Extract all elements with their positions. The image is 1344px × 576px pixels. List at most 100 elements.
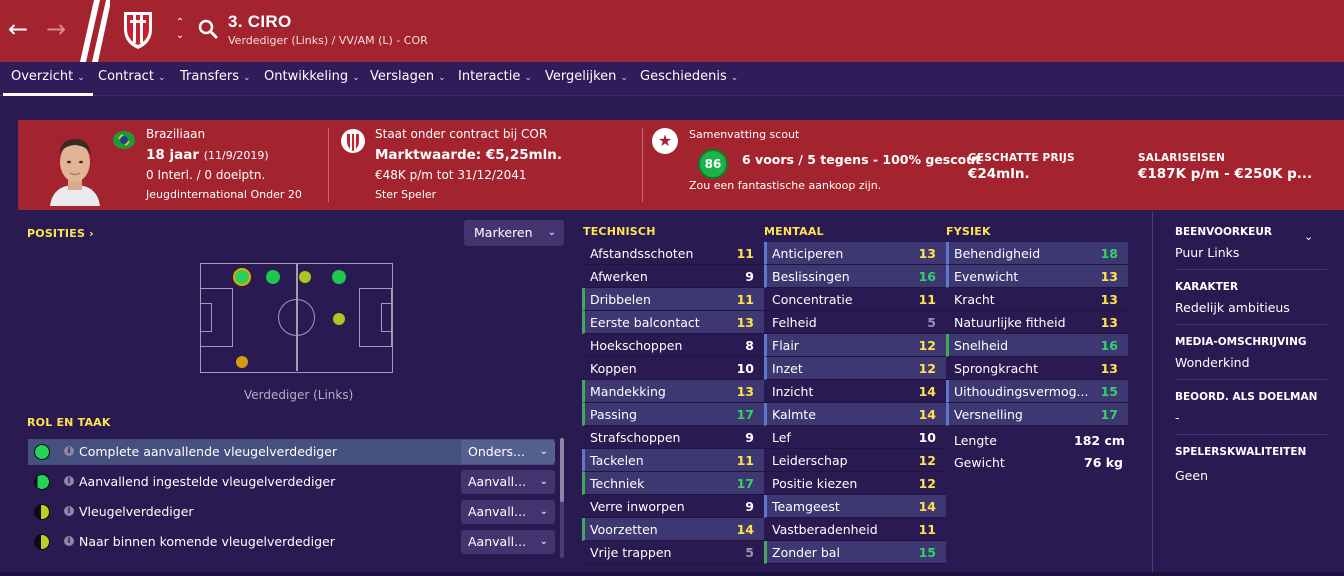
info-icon[interactable]: i <box>64 446 74 456</box>
attribute-row[interactable]: Vrije trappen 5 <box>582 541 764 564</box>
attribute-row[interactable]: Beslissingen 16 <box>764 265 946 288</box>
chevron-down-icon: ⌄ <box>620 73 628 83</box>
divider <box>1175 434 1327 435</box>
scout-title: Samenvatting scout <box>689 128 800 141</box>
attribute-row[interactable]: Concentratie 11 <box>764 288 946 311</box>
attribute-value: 12 <box>918 361 936 376</box>
attribute-row[interactable]: Inzet 12 <box>764 357 946 380</box>
tab-label: Contract <box>98 69 154 84</box>
position-dot-ml[interactable] <box>299 271 311 283</box>
attribute-value: 17 <box>736 476 754 491</box>
attribute-row[interactable]: Positie kiezen 12 <box>764 472 946 495</box>
attribute-row[interactable]: Anticiperen 13 <box>764 242 946 265</box>
duty-dropdown[interactable]: Aanvall... ⌄ <box>461 500 555 524</box>
attribute-row[interactable]: Mandekking 13 <box>582 380 764 403</box>
attribute-row[interactable]: Teamgeest 14 <box>764 495 946 518</box>
attribute-row[interactable]: Passing 17 <box>582 403 764 426</box>
club-crest-small-icon[interactable] <box>341 128 365 154</box>
attribute-row[interactable]: Techniek 17 <box>582 472 764 495</box>
attribute-row[interactable]: Strafschoppen 9 <box>582 426 764 449</box>
attribute-row[interactable]: Eerste balcontact 13 <box>582 311 764 334</box>
chevron-down-icon: ⌄ <box>524 73 532 83</box>
attribute-value: 9 <box>745 430 754 445</box>
attribute-row[interactable]: Kracht 13 <box>946 288 1128 311</box>
attribute-row[interactable]: Lef 10 <box>764 426 946 449</box>
pitch-right-small-box <box>381 303 393 332</box>
role-row[interactable]: i Naar binnen komende vleugelverdediger … <box>28 529 555 555</box>
attribute-row[interactable]: Afwerken 9 <box>582 265 764 288</box>
position-dot-wbl[interactable] <box>266 270 280 284</box>
roles-scrollbar[interactable] <box>560 438 564 558</box>
positions-header[interactable]: POSITIES › <box>27 227 94 240</box>
attribute-value: 14 <box>918 499 936 514</box>
duty-dropdown[interactable]: Aanvall... ⌄ <box>461 530 555 554</box>
attribute-row[interactable]: Felheid 5 <box>764 311 946 334</box>
age-value: 18 jaar <box>146 147 199 163</box>
attribute-row[interactable]: Tackelen 11 <box>582 449 764 472</box>
attribute-row[interactable]: Voorzetten 14 <box>582 518 764 541</box>
forward-arrow-icon[interactable]: → <box>46 14 66 44</box>
role-row[interactable]: i Complete aanvallende vleugelverdediger… <box>28 439 555 465</box>
scrollbar-thumb[interactable] <box>560 438 564 502</box>
weight-value: 76 kg <box>1084 455 1124 470</box>
roles-title: ROL EN TAAK <box>27 416 111 429</box>
attribute-row[interactable]: Uithoudingsvermog... 15 <box>946 380 1128 403</box>
duty-label: Onders... <box>468 444 525 459</box>
attribute-value: 11 <box>918 522 936 537</box>
tab-contract[interactable]: Contract ⌄ <box>98 62 165 96</box>
position-dot-aml[interactable] <box>332 270 346 284</box>
attribute-row[interactable]: Evenwicht 13 <box>946 265 1128 288</box>
attribute-row[interactable]: Versnelling 17 <box>946 403 1128 426</box>
back-arrow-icon[interactable]: ← <box>8 14 28 44</box>
attribute-row[interactable]: Behendigheid 18 <box>946 242 1128 265</box>
height-label: Lengte <box>954 433 997 448</box>
tab-transfers[interactable]: Transfers ⌄ <box>180 62 251 96</box>
position-dot-dl[interactable] <box>233 268 251 286</box>
attribute-row[interactable]: Koppen 10 <box>582 357 764 380</box>
club-crest-icon[interactable] <box>120 9 156 51</box>
chevron-down-icon: ⌄ <box>547 227 556 238</box>
role-row[interactable]: i Aanvallend ingestelde vleugelverdedige… <box>28 469 555 495</box>
attribute-row[interactable]: Zonder bal 15 <box>764 541 946 564</box>
attribute-name: Strafschoppen <box>590 430 681 445</box>
attribute-name: Behendigheid <box>954 246 1041 261</box>
attribute-row[interactable]: Afstandsschoten 11 <box>582 242 764 265</box>
attribute-row[interactable]: Inzicht 14 <box>764 380 946 403</box>
attribute-row[interactable]: Leiderschap 12 <box>764 449 946 472</box>
chevron-down-icon[interactable]: ⌄ <box>1304 230 1313 243</box>
position-dot-dr[interactable] <box>236 356 248 368</box>
attribute-row[interactable]: Sprongkracht 13 <box>946 357 1128 380</box>
attribute-row[interactable]: Dribbelen 11 <box>582 288 764 311</box>
duty-dropdown[interactable]: Onders... ⌄ <box>461 440 555 464</box>
tab-geschiedenis[interactable]: Geschiedenis ⌄ <box>640 62 738 96</box>
personality-label: KARAKTER <box>1175 281 1239 293</box>
technical-title: TECHNISCH <box>583 225 656 238</box>
pitch-center-circle <box>278 299 315 336</box>
attribute-row[interactable]: Kalmte 14 <box>764 403 946 426</box>
attribute-row[interactable]: Verre inworpen 9 <box>582 495 764 518</box>
tab-vergelijken[interactable]: Vergelijken ⌄ <box>545 62 628 96</box>
duty-dropdown[interactable]: Aanvall... ⌄ <box>461 470 555 494</box>
mark-dropdown[interactable]: Markeren ⌄ <box>464 220 564 246</box>
info-icon[interactable]: i <box>64 476 74 486</box>
info-icon[interactable]: i <box>64 506 74 516</box>
info-icon[interactable]: i <box>64 536 74 546</box>
divider <box>328 128 329 202</box>
attribute-value: 14 <box>918 407 936 422</box>
attribute-row[interactable]: Flair 12 <box>764 334 946 357</box>
role-row[interactable]: i Vleugelverdediger Aanvall... ⌄ <box>28 499 555 525</box>
attribute-row[interactable]: Snelheid 16 <box>946 334 1128 357</box>
scout-comment: Zou een fantastische aankoop zijn. <box>689 179 882 192</box>
attribute-row[interactable]: Natuurlijke fitheid 13 <box>946 311 1128 334</box>
tab-verslagen[interactable]: Verslagen ⌄ <box>370 62 446 96</box>
attribute-row[interactable]: Vastberadenheid 11 <box>764 518 946 541</box>
attribute-row[interactable]: Hoekschoppen 8 <box>582 334 764 357</box>
player-switch-arrows[interactable]: ⌃ ⌄ <box>173 16 187 46</box>
tab-interactie[interactable]: Interactie ⌄ <box>458 62 532 96</box>
search-icon[interactable] <box>197 18 219 40</box>
position-dot-amc[interactable] <box>333 313 345 325</box>
tab-overzicht[interactable]: Overzicht ⌄ <box>3 62 93 96</box>
attribute-value: 16 <box>918 269 936 284</box>
tab-ontwikkeling[interactable]: Ontwikkeling ⌄ <box>264 62 360 96</box>
player-header: ← → ⌃ ⌄ 3. CIRO Verdediger (Links) / VV/A… <box>0 0 1344 62</box>
